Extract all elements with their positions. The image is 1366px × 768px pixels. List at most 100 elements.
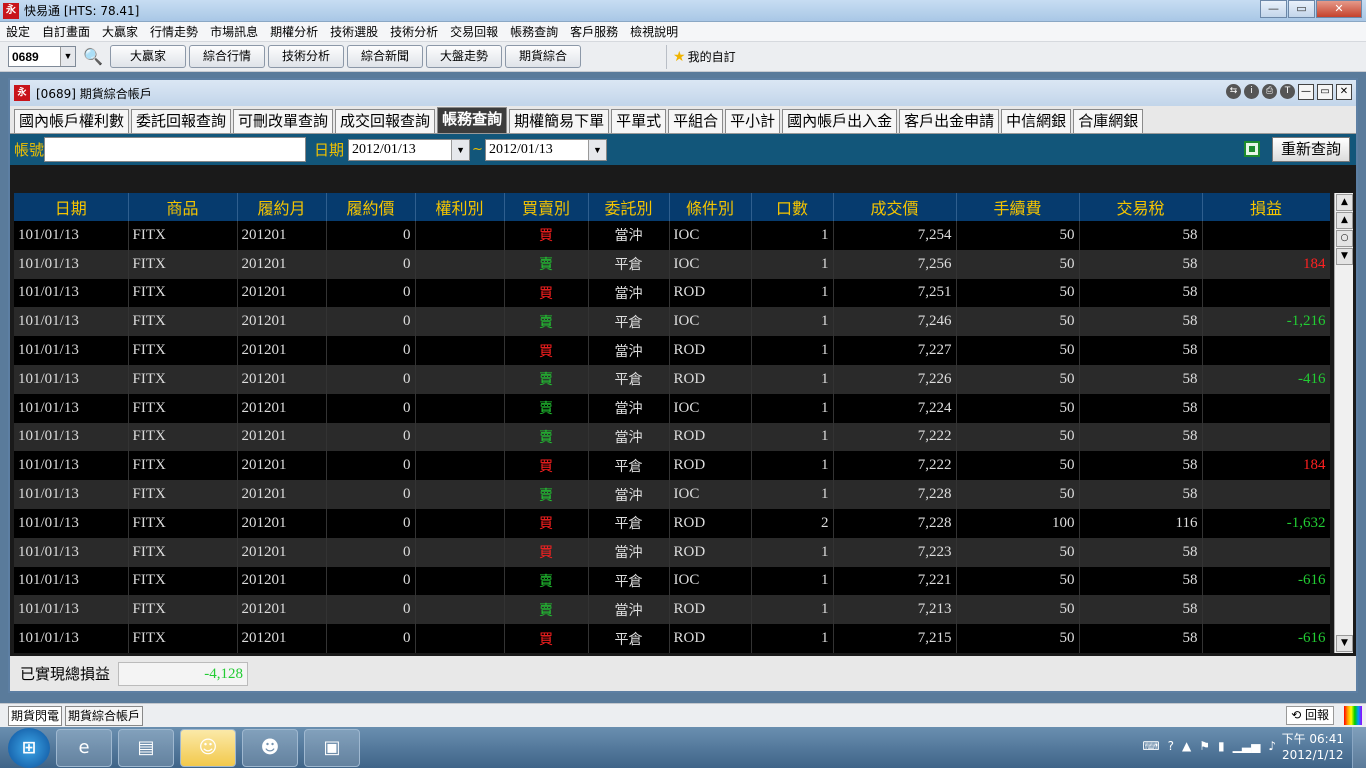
column-header[interactable]: 日期 <box>14 193 129 221</box>
table-row[interactable]: 101/01/13 FITX 201201 0 賣平倉 IOC 1 7,256 50 58 184 <box>14 249 1330 279</box>
table-row[interactable]: 101/01/13 FITX 201201 0 賣當沖 ROD 1 7,213 50 58 <box>14 595 1330 625</box>
minimize-button[interactable]: — <box>1260 0 1287 18</box>
column-header[interactable]: 權利別 <box>415 193 505 221</box>
table-row[interactable]: 101/01/13 FITX 201201 0 買當沖 ROD 1 7,251 50 58 <box>14 278 1330 308</box>
table-row[interactable]: 101/01/13 FITX 201201 0 買平倉 ROD 1 7,222 50 58 184 <box>14 451 1330 481</box>
column-header[interactable]: 手續費 <box>956 193 1080 221</box>
report-button[interactable]: ⟲ 回報 <box>1286 706 1334 725</box>
tab-deposit-withdraw[interactable]: 國內帳戶出入金 <box>782 109 898 133</box>
print-icon[interactable]: ⎙ <box>1262 84 1277 99</box>
table-row[interactable]: 101/01/13 FITX 201201 0 賣當沖 IOC 1 7,228 50 58 <box>14 480 1330 509</box>
power-icon[interactable]: ▮ <box>1218 739 1225 753</box>
tab-flat-single[interactable]: 平單式 <box>611 109 667 133</box>
menu-option-analysis[interactable]: 期權分析 <box>264 22 324 42</box>
my-favorites-button[interactable]: ★ 我的自訂 <box>673 48 736 65</box>
tab-fill-report[interactable]: 成交回報查詢 <box>335 109 436 133</box>
subwindow-restore-button[interactable]: ▭ <box>1317 84 1333 100</box>
tab-withdraw-request[interactable]: 客戶出金申請 <box>899 109 1000 133</box>
chevron-down-icon[interactable]: ▼ <box>451 139 470 160</box>
show-desktop-button[interactable] <box>1352 727 1366 768</box>
menu-customer-service[interactable]: 客戶服務 <box>564 22 624 42</box>
bottom-tab-futures-flash[interactable]: 期貨閃電 <box>8 705 63 726</box>
column-header[interactable]: 委託別 <box>588 193 670 221</box>
scroll-down-icon[interactable]: ▼ <box>1336 248 1353 265</box>
account-input[interactable] <box>44 137 307 162</box>
table-row[interactable]: 101/01/13 FITX 201201 0 買平倉 ROD 1 7,215 50 58 -616 <box>14 624 1330 653</box>
scroll-top-icon[interactable]: ▲ <box>1336 194 1353 211</box>
search-icon[interactable]: 🔍 <box>82 46 104 68</box>
menu-custom-screen[interactable]: 自訂畫面 <box>36 22 96 42</box>
column-header[interactable]: 買賣別 <box>504 193 589 221</box>
scroll-bottom-icon[interactable]: ▼ <box>1336 635 1353 652</box>
quotes-button[interactable]: 綜合行情 <box>189 45 265 68</box>
color-palette-icon[interactable] <box>1344 706 1362 725</box>
table-row[interactable]: 101/01/13 FITX 201201 0 賣平倉 IOC 1 7,221 50 58 -616 <box>14 566 1330 596</box>
market-trend-button[interactable]: 大盤走勢 <box>426 45 502 68</box>
network-icon[interactable]: ▁▃▅ <box>1233 739 1261 753</box>
stock-code-select[interactable]: 0689 ▼ <box>8 46 76 67</box>
tab-ctbc-bank[interactable]: 中信網銀 <box>1001 109 1072 133</box>
menu-trade-report[interactable]: 交易回報 <box>444 22 504 42</box>
keyboard-icon[interactable]: ⌨ <box>1142 739 1159 753</box>
scroll-thumb[interactable]: ○ <box>1336 230 1353 247</box>
date-from-picker[interactable]: 2012/01/13 ▼ <box>348 138 471 161</box>
tray-expand-icon[interactable]: ▲ <box>1182 739 1191 753</box>
column-header[interactable]: 成交價 <box>833 193 957 221</box>
scroll-up-icon[interactable]: ▲ <box>1336 212 1353 229</box>
tech-analysis-button[interactable]: 技術分析 <box>268 45 344 68</box>
big-winner-button[interactable]: 大贏家 <box>110 45 186 68</box>
menu-settings[interactable]: 設定 <box>0 22 36 42</box>
subwindow-minimize-button[interactable]: — <box>1298 84 1314 100</box>
subwindow-close-button[interactable]: ✕ <box>1336 84 1352 100</box>
menu-help[interactable]: 檢視說明 <box>624 22 684 42</box>
maximize-button[interactable]: ▭ <box>1288 0 1315 18</box>
bottom-tab-futures-account[interactable]: 期貨綜合帳戶 <box>65 705 144 726</box>
clock[interactable]: 下午 06:41 2012/1/12 <box>1282 731 1344 763</box>
start-button[interactable]: ⊞ <box>8 727 50 768</box>
tab-tcb-bank[interactable]: 合庫網銀 <box>1073 109 1144 133</box>
column-header[interactable]: 條件別 <box>669 193 752 221</box>
tab-modifiable-orders[interactable]: 可刪改單查詢 <box>233 109 334 133</box>
table-row[interactable]: 101/01/13 FITX 201201 0 買平倉 ROD 2 7,228 100 116 -1… <box>14 508 1330 538</box>
close-button[interactable]: ✕ <box>1316 0 1362 18</box>
menu-big-winner[interactable]: 大贏家 <box>96 22 144 42</box>
column-header[interactable]: 口數 <box>751 193 834 221</box>
tab-flat-subtotal[interactable]: 平小計 <box>725 109 781 133</box>
menu-tech-screening[interactable]: 技術選股 <box>324 22 384 42</box>
tab-flat-combo[interactable]: 平組合 <box>668 109 724 133</box>
flag-icon[interactable]: ⚑ <box>1199 739 1210 753</box>
news-button[interactable]: 綜合新聞 <box>347 45 423 68</box>
tab-account-query[interactable]: 帳務查詢 <box>437 107 508 133</box>
explorer-icon[interactable]: ▤ <box>118 728 174 767</box>
table-row[interactable]: 101/01/13 FITX 201201 0 賣平倉 ROD 1 7,226 50 58 -416 <box>14 364 1330 394</box>
column-header[interactable]: 交易稅 <box>1079 193 1203 221</box>
link-icon[interactable]: ⇆ <box>1226 84 1241 99</box>
trading-app-taskbar-icon[interactable]: ▣ <box>304 728 360 767</box>
column-header[interactable]: 商品 <box>128 193 238 221</box>
vertical-scrollbar[interactable]: ▲ ▲ ○ ▼ ▼ <box>1334 193 1353 653</box>
table-row[interactable]: 101/01/13 FITX 201201 0 買當沖 IOC 1 7,254 50 58 <box>14 221 1330 250</box>
chevron-down-icon[interactable]: ▼ <box>587 139 606 160</box>
help-icon[interactable]: ? <box>1168 739 1174 753</box>
ie-icon[interactable]: e <box>56 728 112 767</box>
info-icon[interactable]: i <box>1244 84 1259 99</box>
date-to-picker[interactable]: 2012/01/13 ▼ <box>484 138 607 161</box>
menu-quotes[interactable]: 行情走勢 <box>144 22 204 42</box>
app-mascot-icon[interactable]: ☻ <box>242 728 298 767</box>
messenger-icon[interactable]: ☺ <box>180 728 236 767</box>
futures-button[interactable]: 期貨綜合 <box>505 45 581 68</box>
menu-account-query[interactable]: 帳務查詢 <box>504 22 564 42</box>
text-icon[interactable]: T <box>1280 84 1295 99</box>
table-row[interactable]: 101/01/13 FITX 201201 0 買當沖 ROD 1 7,223 50 58 <box>14 537 1330 567</box>
menu-tech-analysis[interactable]: 技術分析 <box>384 22 444 42</box>
chevron-down-icon[interactable]: ▼ <box>60 47 75 66</box>
table-row[interactable]: 101/01/13 FITX 201201 0 賣平倉 IOC 1 7,246 50 58 -1,2… <box>14 307 1330 337</box>
volume-icon[interactable]: ♪ <box>1268 739 1276 753</box>
tab-order-report[interactable]: 委託回報查詢 <box>131 109 232 133</box>
export-icon[interactable] <box>1244 141 1260 157</box>
table-row[interactable]: 101/01/13 FITX 201201 0 賣當沖 IOC 1 7,224 50 58 <box>14 393 1330 423</box>
column-header[interactable]: 履約價 <box>326 193 416 221</box>
column-header[interactable]: 履約月 <box>237 193 327 221</box>
requery-button[interactable]: 重新查詢 <box>1272 137 1350 162</box>
table-row[interactable]: 101/01/13 FITX 201201 0 賣當沖 ROD 1 7,222 50 58 <box>14 422 1330 452</box>
